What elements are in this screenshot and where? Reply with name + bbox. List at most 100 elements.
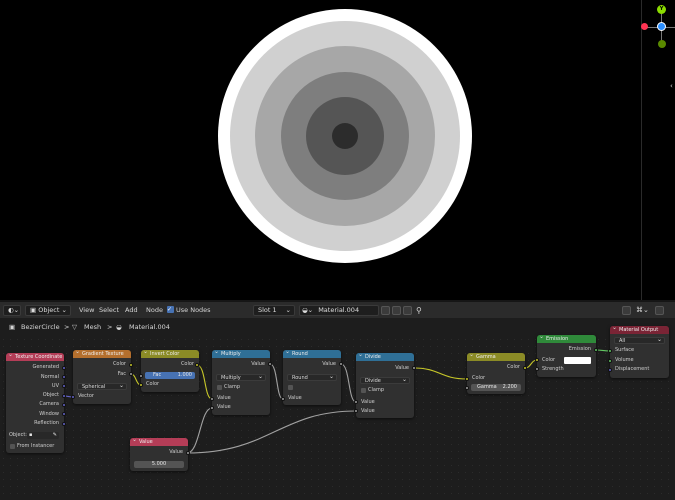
breadcrumb-object: BezierCircle [21,323,60,331]
pin-icon[interactable]: ⚲ [416,305,422,316]
socket-multiply-value-in-2[interactable] [210,406,214,410]
node-texture-coordinate[interactable]: Texture Coordinate Generated Normal UV O… [6,353,64,453]
snap-icon[interactable]: ⌘⌄ [636,305,649,316]
socket-emission-strength-in[interactable] [535,367,539,371]
node-title[interactable]: Value [130,438,188,446]
socket-camera[interactable] [62,403,66,407]
node-title[interactable]: Material Output [610,326,669,334]
socket-multiply-value-in-1[interactable] [210,397,214,401]
output-generated: Generated [32,364,59,370]
socket-output-volume-in[interactable] [608,359,612,363]
input-volume: Volume [615,357,634,363]
node-divide[interactable]: Divide Value Divide Clamp Value Value [356,353,414,418]
menu-add[interactable]: Add [125,305,138,316]
output-target-dropdown[interactable]: All [614,336,665,344]
node-multiply[interactable]: Multiply Value Multiply Clamp Value Valu… [212,350,270,415]
use-nodes-toggle[interactable]: Use Nodes [167,304,211,316]
navigation-gizmo[interactable]: Y [640,2,675,52]
menu-view[interactable]: View [79,305,94,316]
node-emission[interactable]: Emission Emission Color Strength [537,335,596,377]
socket-round-value-out[interactable] [339,362,343,366]
socket-multiply-value-out[interactable] [268,362,272,366]
unlink-material-icon[interactable] [403,306,412,315]
node-gradient-texture[interactable]: Gradient Texture Color Fac Spherical Vec… [73,350,131,404]
menu-node[interactable]: Node [146,305,163,316]
math-operation-dropdown[interactable]: Round [287,373,337,381]
backdrop-icon[interactable] [622,306,631,315]
socket-reflection[interactable] [62,422,66,426]
value-field[interactable]: 5.000 [134,461,184,468]
socket-gamma-color-in[interactable] [465,377,469,381]
input-value-2: Value [361,408,375,414]
slot-dropdown[interactable]: Slot 1 ⌄ [253,305,295,316]
socket-window[interactable] [62,412,66,416]
socket-object[interactable] [62,394,66,398]
socket-divide-value-in-2[interactable] [354,409,358,413]
node-round[interactable]: Round Value Round Value [283,350,341,405]
socket-output-surface-in[interactable] [608,349,612,353]
math-operation-dropdown[interactable]: Multiply [216,373,266,381]
node-material-output[interactable]: Material Output All Surface Volume Displ… [610,326,669,378]
node-title[interactable]: Divide [356,353,414,361]
input-color: Color [542,357,556,363]
socket-divide-value-out[interactable] [412,366,416,370]
socket-uv[interactable] [62,384,66,388]
gizmo-y-axis[interactable]: Y [657,5,666,14]
gizmo-neg-y-axis[interactable] [658,40,666,48]
node-title[interactable]: Gradient Texture [73,350,131,358]
socket-gradient-color-out[interactable] [129,363,133,367]
gamma-field[interactable]: Gamma 2.200 [471,384,521,391]
object-picker[interactable]: ▪ ✎ [27,432,59,439]
fac-slider[interactable]: Fac 1.000 [145,372,195,379]
socket-invert-fac-in[interactable] [139,374,143,378]
socket-output-displacement-in[interactable] [608,368,612,372]
socket-emission-out[interactable] [594,348,598,352]
output-value: Value [251,361,265,367]
sidebar-toggle-icon[interactable]: ‹ [670,82,673,90]
overlay-icon[interactable] [655,306,664,315]
socket-value-out[interactable] [186,451,190,455]
editor-type-dropdown[interactable]: ◐⌄ [3,305,21,316]
duplicate-material-icon[interactable] [392,306,401,315]
clamp-checkbox[interactable] [217,385,222,390]
render-ring-6 [332,123,358,149]
socket-emission-color-in[interactable] [535,358,539,362]
gizmo-z-axis[interactable] [657,22,666,31]
material-selector[interactable]: ◒⌄ Material.004 [299,305,379,316]
socket-gamma-color-out[interactable] [523,366,527,370]
socket-gradient-vector-in[interactable] [71,395,75,399]
output-color: Color [506,364,520,370]
socket-generated[interactable] [62,366,66,370]
breadcrumb: ▣ BezierCircle > ▽ Mesh > ◒ Material.004 [0,318,675,336]
output-object: Object [42,392,59,398]
socket-round-value-in[interactable] [281,397,285,401]
shader-type-dropdown[interactable]: ▣ Object ⌄ [25,305,71,316]
node-title[interactable]: Texture Coordinate [6,353,64,361]
node-invert-color[interactable]: Invert Color Color Fac 1.000 Color [141,350,199,392]
emission-color-swatch[interactable] [564,357,591,364]
output-value: Value [395,365,409,371]
node-title[interactable]: Round [283,350,341,358]
node-title[interactable]: Multiply [212,350,270,358]
node-title[interactable]: Emission [537,335,596,343]
gizmo-neg-x-axis[interactable] [641,23,648,30]
from-instancer-checkbox[interactable] [10,444,15,449]
use-nodes-checkbox[interactable] [167,304,174,315]
node-title[interactable]: Invert Color [141,350,199,358]
gradient-type-dropdown[interactable]: Spherical [77,382,127,390]
socket-invert-color-in[interactable] [139,383,143,387]
socket-gamma-gamma-in[interactable] [465,386,469,390]
fake-user-icon[interactable] [381,306,390,315]
menu-select[interactable]: Select [99,305,119,316]
math-operation-dropdown[interactable]: Divide [360,376,410,384]
socket-gradient-fac-out[interactable] [129,372,133,376]
clamp-checkbox[interactable] [288,385,293,390]
node-title[interactable]: Gamma [467,353,525,361]
node-value[interactable]: Value Value 5.000 [130,438,188,471]
socket-divide-value-in-1[interactable] [354,400,358,404]
clamp-checkbox[interactable] [361,388,366,393]
node-gamma[interactable]: Gamma Color Color Gamma 2.200 [467,353,525,394]
socket-normal[interactable] [62,375,66,379]
3d-viewport[interactable]: Y ‹ [0,0,675,300]
socket-invert-color-out[interactable] [195,363,199,367]
